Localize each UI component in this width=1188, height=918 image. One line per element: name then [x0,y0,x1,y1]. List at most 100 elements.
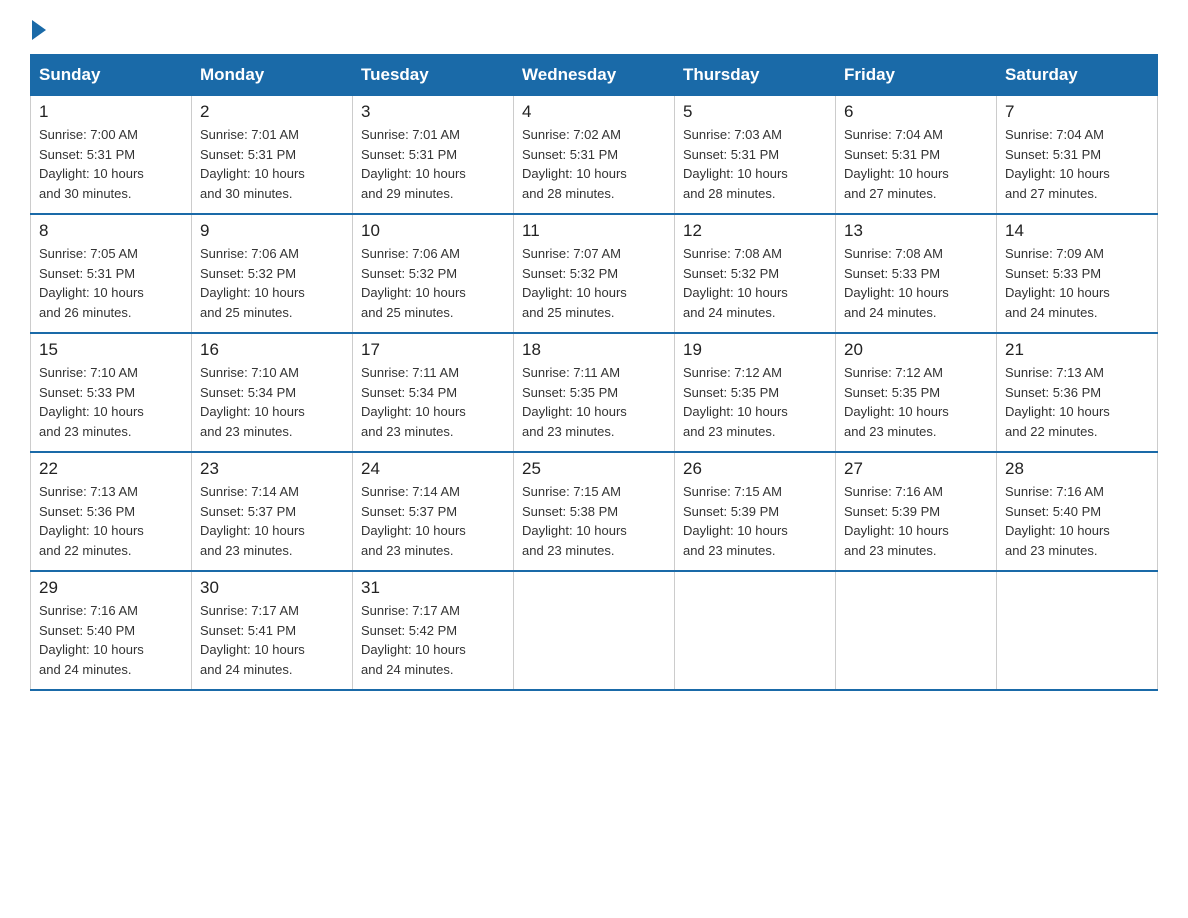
calendar-cell: 13 Sunrise: 7:08 AMSunset: 5:33 PMDaylig… [836,214,997,333]
day-number: 1 [39,102,183,122]
day-info: Sunrise: 7:04 AMSunset: 5:31 PMDaylight:… [1005,125,1149,203]
calendar-cell: 26 Sunrise: 7:15 AMSunset: 5:39 PMDaylig… [675,452,836,571]
calendar-cell: 5 Sunrise: 7:03 AMSunset: 5:31 PMDayligh… [675,96,836,215]
day-number: 5 [683,102,827,122]
calendar-cell: 1 Sunrise: 7:00 AMSunset: 5:31 PMDayligh… [31,96,192,215]
calendar-cell [997,571,1158,690]
calendar-cell: 15 Sunrise: 7:10 AMSunset: 5:33 PMDaylig… [31,333,192,452]
calendar-cell: 28 Sunrise: 7:16 AMSunset: 5:40 PMDaylig… [997,452,1158,571]
day-number: 2 [200,102,344,122]
day-info: Sunrise: 7:10 AMSunset: 5:33 PMDaylight:… [39,363,183,441]
day-info: Sunrise: 7:00 AMSunset: 5:31 PMDaylight:… [39,125,183,203]
day-info: Sunrise: 7:15 AMSunset: 5:38 PMDaylight:… [522,482,666,560]
day-info: Sunrise: 7:09 AMSunset: 5:33 PMDaylight:… [1005,244,1149,322]
calendar-cell: 24 Sunrise: 7:14 AMSunset: 5:37 PMDaylig… [353,452,514,571]
day-number: 31 [361,578,505,598]
day-info: Sunrise: 7:02 AMSunset: 5:31 PMDaylight:… [522,125,666,203]
day-info: Sunrise: 7:17 AMSunset: 5:42 PMDaylight:… [361,601,505,679]
day-info: Sunrise: 7:13 AMSunset: 5:36 PMDaylight:… [39,482,183,560]
day-info: Sunrise: 7:12 AMSunset: 5:35 PMDaylight:… [683,363,827,441]
calendar-cell: 14 Sunrise: 7:09 AMSunset: 5:33 PMDaylig… [997,214,1158,333]
calendar-cell: 6 Sunrise: 7:04 AMSunset: 5:31 PMDayligh… [836,96,997,215]
calendar-week-row: 1 Sunrise: 7:00 AMSunset: 5:31 PMDayligh… [31,96,1158,215]
calendar-cell: 27 Sunrise: 7:16 AMSunset: 5:39 PMDaylig… [836,452,997,571]
day-number: 16 [200,340,344,360]
calendar-cell: 31 Sunrise: 7:17 AMSunset: 5:42 PMDaylig… [353,571,514,690]
day-info: Sunrise: 7:16 AMSunset: 5:39 PMDaylight:… [844,482,988,560]
day-info: Sunrise: 7:11 AMSunset: 5:35 PMDaylight:… [522,363,666,441]
calendar-cell: 17 Sunrise: 7:11 AMSunset: 5:34 PMDaylig… [353,333,514,452]
day-number: 4 [522,102,666,122]
col-header-sunday: Sunday [31,55,192,96]
day-number: 7 [1005,102,1149,122]
day-info: Sunrise: 7:12 AMSunset: 5:35 PMDaylight:… [844,363,988,441]
calendar-cell: 12 Sunrise: 7:08 AMSunset: 5:32 PMDaylig… [675,214,836,333]
day-number: 26 [683,459,827,479]
calendar-cell: 19 Sunrise: 7:12 AMSunset: 5:35 PMDaylig… [675,333,836,452]
col-header-monday: Monday [192,55,353,96]
calendar-cell: 11 Sunrise: 7:07 AMSunset: 5:32 PMDaylig… [514,214,675,333]
day-number: 11 [522,221,666,241]
day-info: Sunrise: 7:10 AMSunset: 5:34 PMDaylight:… [200,363,344,441]
day-number: 15 [39,340,183,360]
day-number: 25 [522,459,666,479]
day-info: Sunrise: 7:14 AMSunset: 5:37 PMDaylight:… [200,482,344,560]
day-info: Sunrise: 7:11 AMSunset: 5:34 PMDaylight:… [361,363,505,441]
day-info: Sunrise: 7:01 AMSunset: 5:31 PMDaylight:… [361,125,505,203]
calendar-cell: 18 Sunrise: 7:11 AMSunset: 5:35 PMDaylig… [514,333,675,452]
day-number: 29 [39,578,183,598]
day-number: 22 [39,459,183,479]
day-number: 12 [683,221,827,241]
day-info: Sunrise: 7:01 AMSunset: 5:31 PMDaylight:… [200,125,344,203]
day-info: Sunrise: 7:16 AMSunset: 5:40 PMDaylight:… [1005,482,1149,560]
calendar-cell: 30 Sunrise: 7:17 AMSunset: 5:41 PMDaylig… [192,571,353,690]
day-info: Sunrise: 7:16 AMSunset: 5:40 PMDaylight:… [39,601,183,679]
calendar-cell: 21 Sunrise: 7:13 AMSunset: 5:36 PMDaylig… [997,333,1158,452]
col-header-thursday: Thursday [675,55,836,96]
day-info: Sunrise: 7:14 AMSunset: 5:37 PMDaylight:… [361,482,505,560]
day-number: 3 [361,102,505,122]
day-info: Sunrise: 7:13 AMSunset: 5:36 PMDaylight:… [1005,363,1149,441]
day-number: 10 [361,221,505,241]
day-number: 18 [522,340,666,360]
day-info: Sunrise: 7:15 AMSunset: 5:39 PMDaylight:… [683,482,827,560]
calendar-week-row: 22 Sunrise: 7:13 AMSunset: 5:36 PMDaylig… [31,452,1158,571]
day-number: 13 [844,221,988,241]
day-number: 8 [39,221,183,241]
day-number: 20 [844,340,988,360]
calendar-cell: 3 Sunrise: 7:01 AMSunset: 5:31 PMDayligh… [353,96,514,215]
day-info: Sunrise: 7:03 AMSunset: 5:31 PMDaylight:… [683,125,827,203]
calendar-week-row: 29 Sunrise: 7:16 AMSunset: 5:40 PMDaylig… [31,571,1158,690]
calendar-cell: 7 Sunrise: 7:04 AMSunset: 5:31 PMDayligh… [997,96,1158,215]
day-number: 21 [1005,340,1149,360]
day-number: 30 [200,578,344,598]
calendar-cell: 29 Sunrise: 7:16 AMSunset: 5:40 PMDaylig… [31,571,192,690]
calendar-cell: 2 Sunrise: 7:01 AMSunset: 5:31 PMDayligh… [192,96,353,215]
page-header [30,20,1158,44]
logo [30,20,46,44]
day-number: 19 [683,340,827,360]
day-info: Sunrise: 7:08 AMSunset: 5:33 PMDaylight:… [844,244,988,322]
calendar-cell: 23 Sunrise: 7:14 AMSunset: 5:37 PMDaylig… [192,452,353,571]
calendar-cell: 8 Sunrise: 7:05 AMSunset: 5:31 PMDayligh… [31,214,192,333]
day-number: 17 [361,340,505,360]
calendar-cell: 9 Sunrise: 7:06 AMSunset: 5:32 PMDayligh… [192,214,353,333]
day-info: Sunrise: 7:07 AMSunset: 5:32 PMDaylight:… [522,244,666,322]
col-header-saturday: Saturday [997,55,1158,96]
day-number: 24 [361,459,505,479]
calendar-week-row: 15 Sunrise: 7:10 AMSunset: 5:33 PMDaylig… [31,333,1158,452]
calendar-cell [675,571,836,690]
day-number: 14 [1005,221,1149,241]
day-number: 28 [1005,459,1149,479]
day-info: Sunrise: 7:08 AMSunset: 5:32 PMDaylight:… [683,244,827,322]
day-info: Sunrise: 7:04 AMSunset: 5:31 PMDaylight:… [844,125,988,203]
day-number: 9 [200,221,344,241]
col-header-wednesday: Wednesday [514,55,675,96]
day-info: Sunrise: 7:17 AMSunset: 5:41 PMDaylight:… [200,601,344,679]
calendar-week-row: 8 Sunrise: 7:05 AMSunset: 5:31 PMDayligh… [31,214,1158,333]
calendar-cell [836,571,997,690]
col-header-tuesday: Tuesday [353,55,514,96]
calendar-header-row: SundayMondayTuesdayWednesdayThursdayFrid… [31,55,1158,96]
day-info: Sunrise: 7:05 AMSunset: 5:31 PMDaylight:… [39,244,183,322]
calendar-cell: 16 Sunrise: 7:10 AMSunset: 5:34 PMDaylig… [192,333,353,452]
